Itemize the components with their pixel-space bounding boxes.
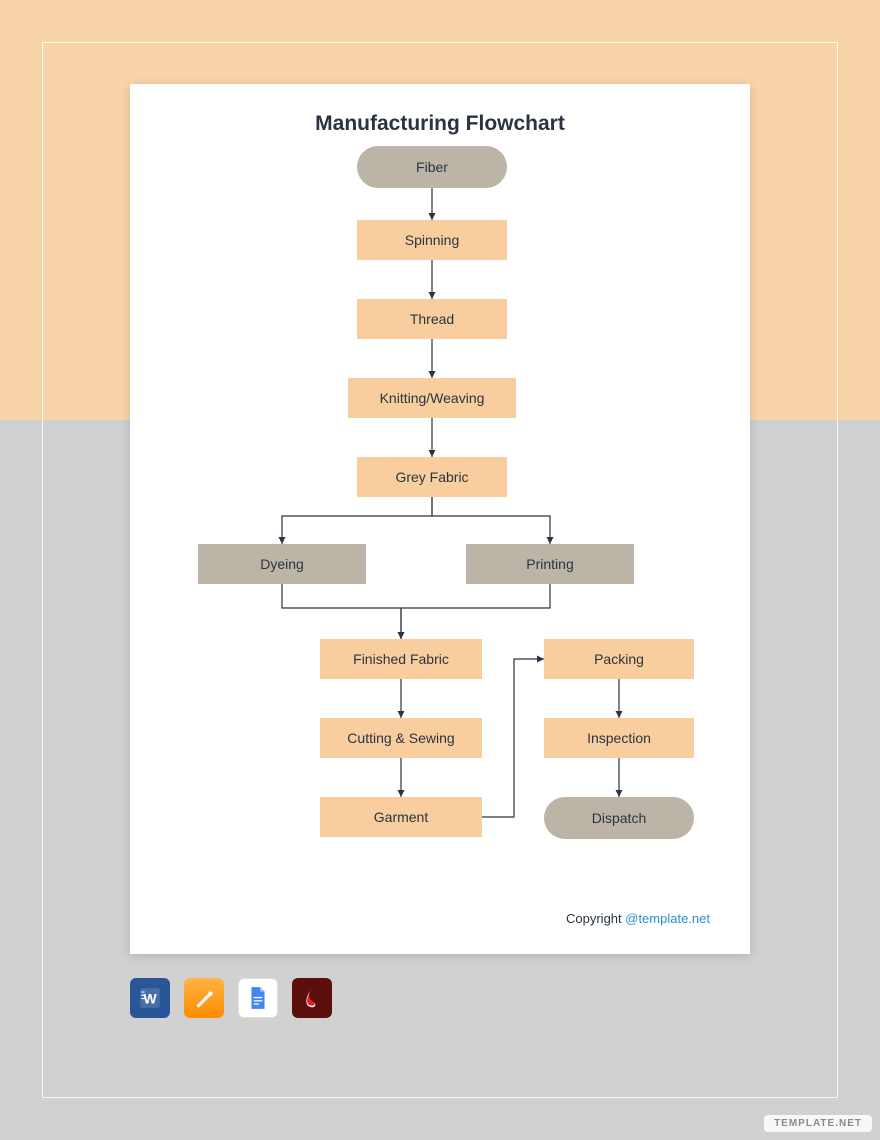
node-printing: Printing bbox=[466, 544, 634, 584]
svg-text:W: W bbox=[143, 990, 157, 1006]
flowchart-title: Manufacturing Flowchart bbox=[130, 112, 750, 136]
node-packing: Packing bbox=[544, 639, 694, 679]
document-page: Manufacturing Flowchart Fiber Spinning Thr… bbox=[130, 84, 750, 954]
file-format-icons: W bbox=[130, 978, 332, 1018]
watermark: TEMPLATE.NET bbox=[764, 1115, 872, 1132]
copyright-link[interactable]: @template.net bbox=[625, 911, 710, 926]
pdf-icon bbox=[292, 978, 332, 1018]
node-inspect: Inspection bbox=[544, 718, 694, 758]
node-spinning: Spinning bbox=[357, 220, 507, 260]
node-garment: Garment bbox=[320, 797, 482, 837]
node-fiber: Fiber bbox=[357, 146, 507, 188]
node-dispatch: Dispatch bbox=[544, 797, 694, 839]
word-icon: W bbox=[130, 978, 170, 1018]
node-knit: Knitting/Weaving bbox=[348, 378, 516, 418]
node-finfab: Finished Fabric bbox=[320, 639, 482, 679]
node-thread: Thread bbox=[357, 299, 507, 339]
pages-icon bbox=[184, 978, 224, 1018]
gdocs-icon bbox=[238, 978, 278, 1018]
node-greyfab: Grey Fabric bbox=[357, 457, 507, 497]
node-cutsew: Cutting & Sewing bbox=[320, 718, 482, 758]
node-dyeing: Dyeing bbox=[198, 544, 366, 584]
copyright-text: Copyright @template.net bbox=[566, 911, 710, 926]
